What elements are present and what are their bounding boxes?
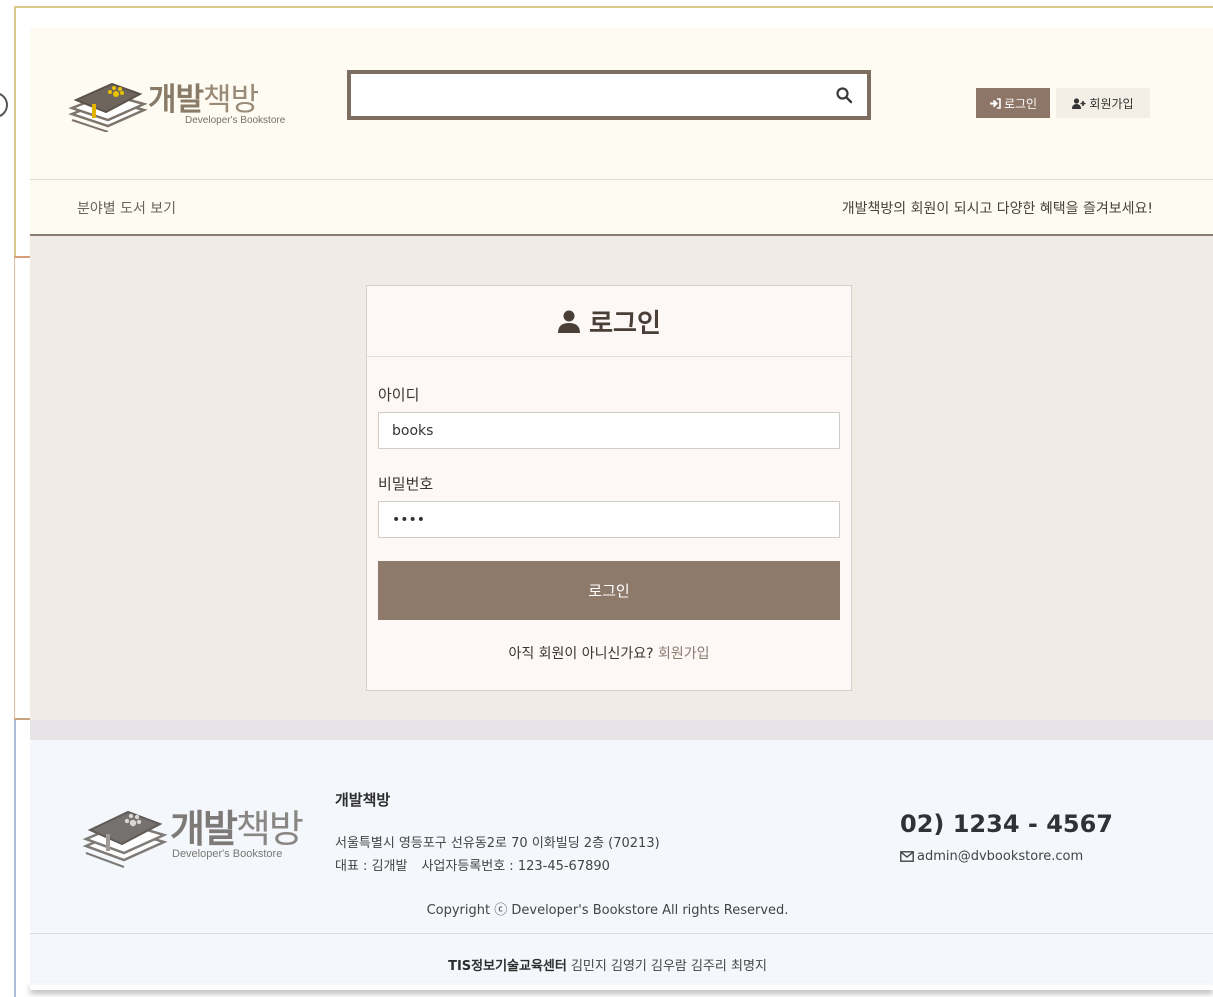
logo-title: 개발책방 — [148, 82, 259, 118]
id-input[interactable] — [379, 413, 839, 448]
user-plus-icon — [1072, 97, 1086, 109]
footer-phone: 02) 1234 - 4567 — [900, 810, 1113, 838]
nav-divider — [30, 179, 1213, 180]
book-stack-icon — [68, 82, 148, 132]
password-label: 비밀번호 — [378, 475, 434, 493]
signup-link[interactable]: 회원가입 — [658, 646, 710, 662]
footer-shadow — [30, 982, 1213, 990]
site-footer: 개발책방 Developer's Bookstore 개발책방 서울특별시 영등… — [30, 740, 1213, 985]
footer-business-info: 대표 : 김개발 사업자등록번호 : 123-45-67890 — [335, 855, 610, 874]
section-gap — [30, 720, 1213, 740]
password-input[interactable] — [379, 502, 839, 537]
footer-logo-subtitle: Developer's Bookstore — [172, 848, 283, 860]
footer-company-name: 개발책방 — [335, 791, 391, 809]
site-logo[interactable]: 개발책방 Developer's Bookstore — [68, 70, 285, 132]
id-label: 아이디 — [378, 386, 420, 404]
login-title: 로그인 — [589, 308, 661, 339]
footer-address: 서울특별시 영등포구 선유동2로 70 이화빌딩 2층 (70213) — [335, 836, 660, 851]
logo-subtitle: Developer's Bookstore — [185, 115, 286, 126]
site-header: 개발책방 Developer's Bookstore 로그인 회원가입 분야별 … — [30, 28, 1213, 236]
search-icon[interactable] — [835, 86, 853, 104]
sign-in-icon — [989, 97, 1001, 109]
login-submit-button[interactable]: 로그인 — [378, 561, 840, 620]
signup-prompt: 아직 회원이 아니신가요? — [508, 646, 654, 662]
footer-logo[interactable]: 개발책방 Developer's Bookstore — [82, 796, 312, 868]
password-field-wrapper — [378, 501, 840, 538]
header-join-button[interactable]: 회원가입 — [1056, 88, 1150, 118]
footer-divider — [30, 933, 1213, 934]
login-card-header: 로그인 — [367, 286, 851, 357]
user-icon — [558, 310, 581, 333]
edge-bracket — [0, 92, 8, 118]
header-login-label: 로그인 — [1003, 96, 1038, 111]
category-browse-link[interactable]: 분야별 도서 보기 — [77, 198, 176, 218]
footer-email-line: admin@dvbookstore.com — [900, 849, 1083, 864]
search-bar — [347, 70, 871, 120]
book-stack-icon — [82, 810, 168, 868]
header-login-button[interactable]: 로그인 — [976, 88, 1050, 118]
envelope-icon — [900, 851, 914, 862]
footer-representative: 대표 : 김개발 — [335, 859, 408, 874]
footer-copyright: Copyright ⓒ Developer's Bookstore All ri… — [426, 903, 789, 918]
header-join-label: 회원가입 — [1089, 96, 1134, 111]
promo-message: 개발책방의 회원이 되시고 다양한 혜택을 즐겨보세요! — [841, 201, 1153, 217]
footer-credits: TIS정보기술교육센터 김민지 김영기 김우람 김주리 최명지 — [30, 955, 1185, 974]
footer-credits-names: 김민지 김영기 김우람 김주리 최명지 — [570, 959, 767, 974]
signup-prompt-line: 아직 회원이 아니신가요? 회원가입 — [367, 643, 851, 663]
footer-credits-org: TIS정보기술교육센터 — [448, 959, 567, 974]
login-card: 로그인 아이디 비밀번호 로그인 아직 회원이 아니신가요? 회원가입 — [366, 285, 852, 691]
footer-logo-title: 개발책방 — [170, 807, 304, 851]
footer-email[interactable]: admin@dvbookstore.com — [917, 849, 1083, 864]
search-input[interactable] — [359, 80, 819, 110]
id-field-wrapper — [378, 412, 840, 449]
footer-business-number: 사업자등록번호 : 123-45-67890 — [421, 859, 610, 874]
